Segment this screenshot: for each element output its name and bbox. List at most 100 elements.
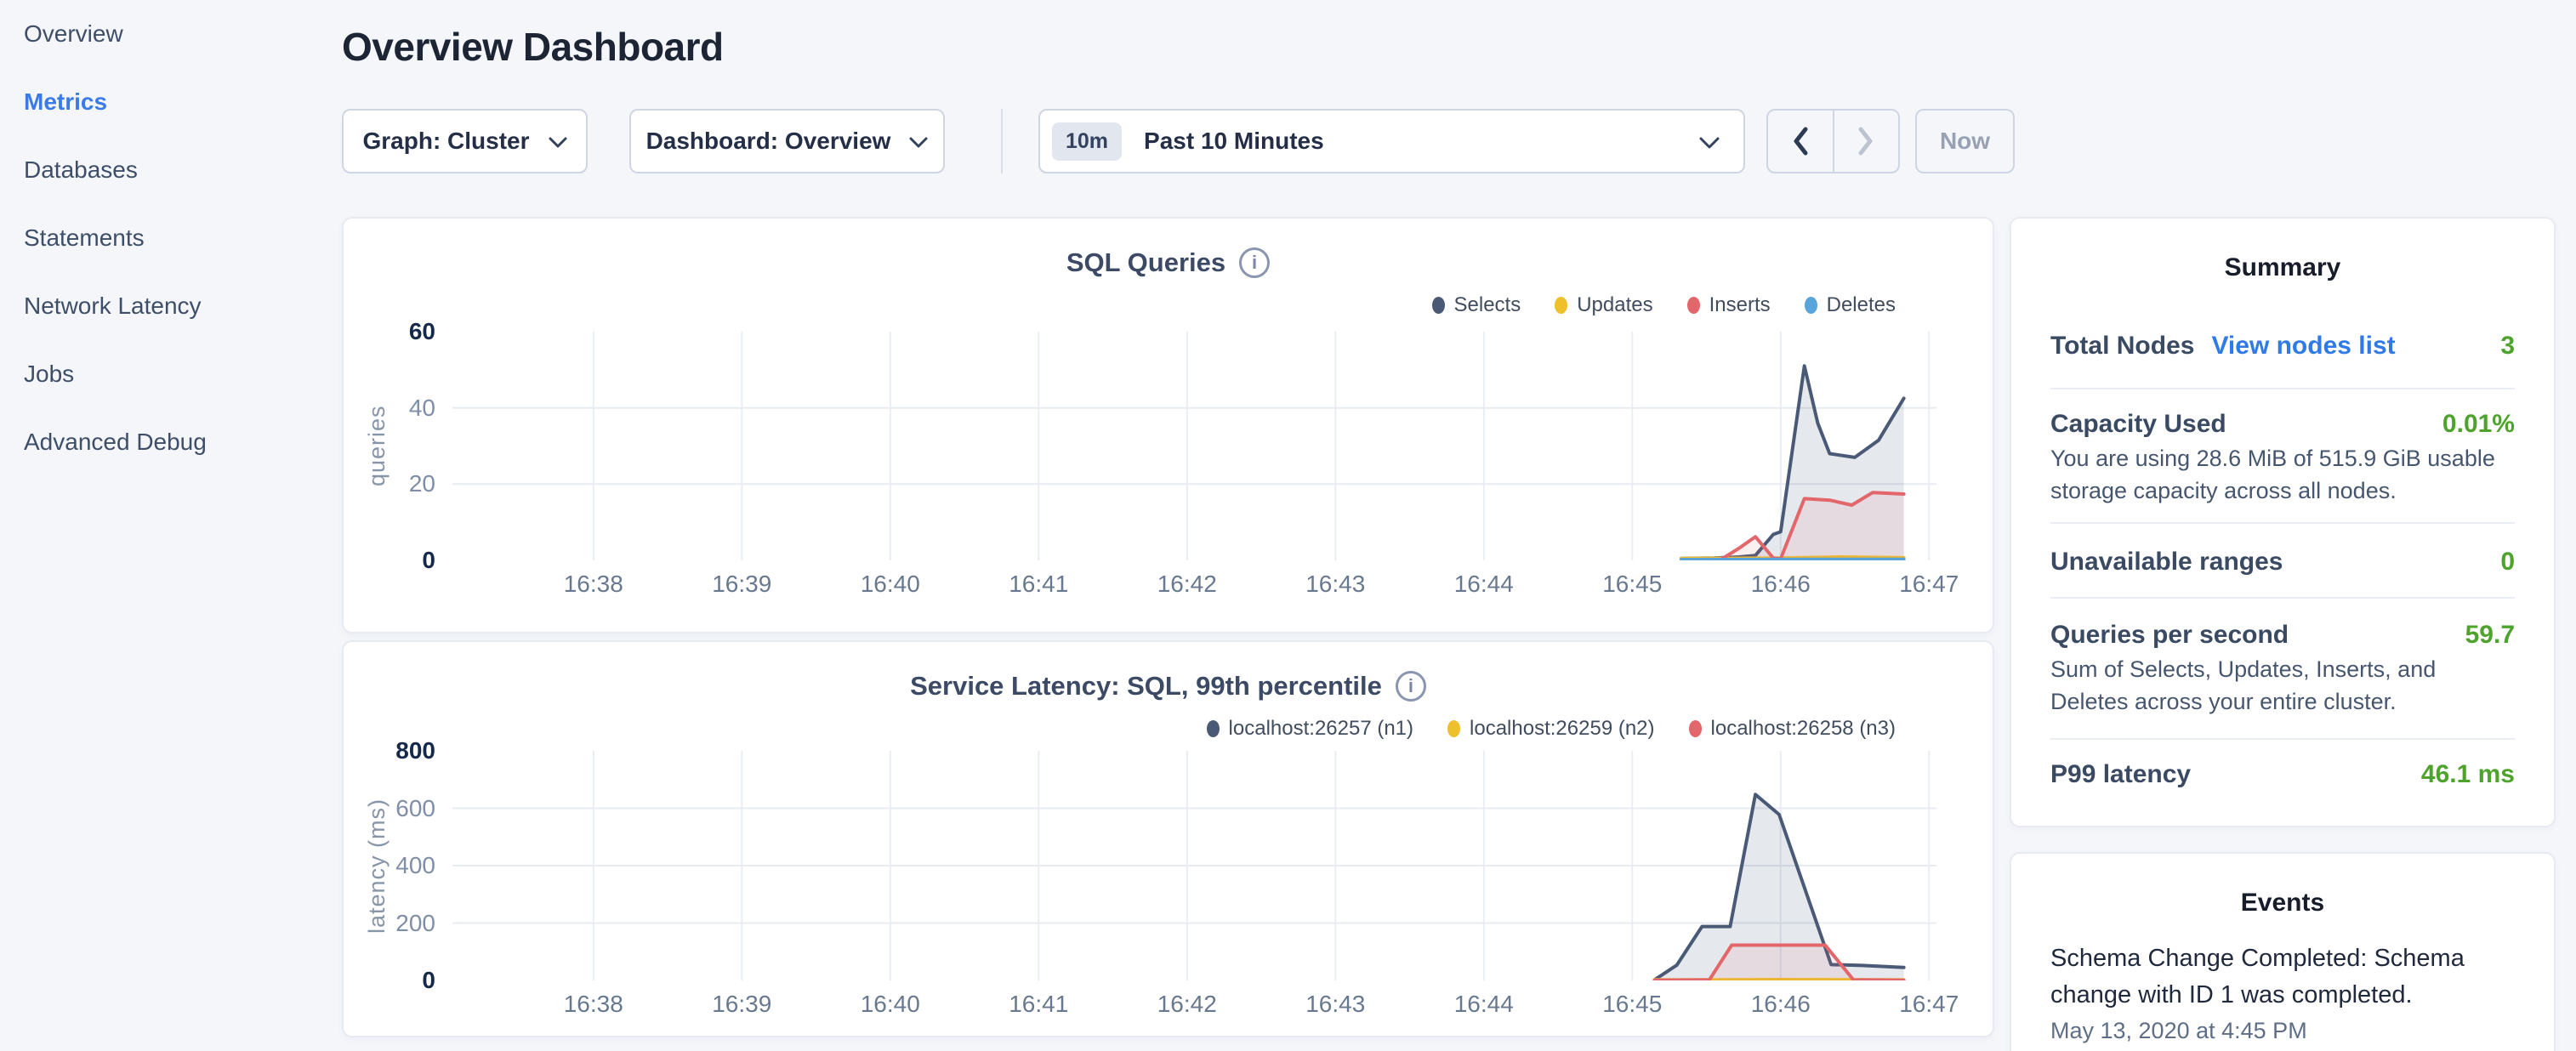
legend-dot <box>1555 297 1567 314</box>
sidebar-item-network-latency[interactable]: Network Latency <box>0 272 340 340</box>
chevron-right-icon <box>1857 126 1875 156</box>
x-axis-tick-label: 16:44 <box>1416 571 1552 598</box>
sidebar-item-label: Statements <box>24 224 145 252</box>
summary-row-label: P99 latency <box>2050 758 2191 791</box>
summary-row-subtext: Sum of Selects, Updates, Inserts, and De… <box>2050 653 2515 718</box>
time-window-selector[interactable]: 10m Past 10 Minutes <box>1038 109 1745 173</box>
service-latency-chart-card: Service Latency: SQL, 99th percentile i … <box>342 640 1994 1037</box>
legend-item-updates: Updates <box>1555 293 1652 317</box>
legend-item-deletes: Deletes <box>1805 293 1896 317</box>
time-window-label: Past 10 Minutes <box>1144 128 1324 155</box>
sidebar-item-label: Metrics <box>24 88 107 116</box>
legend-dot <box>1432 297 1445 314</box>
sidebar-item-databases[interactable]: Databases <box>0 136 340 204</box>
summary-title: Summary <box>2011 219 2554 283</box>
graph-scope-dropdown[interactable]: Graph: Cluster <box>342 109 588 173</box>
sidebar-item-jobs[interactable]: Jobs <box>0 340 340 408</box>
summary-row-value: 0 <box>2500 546 2515 578</box>
legend-dot <box>1447 720 1460 737</box>
x-axis-tick-label: 16:38 <box>526 991 662 1018</box>
chart-canvas <box>452 751 1936 980</box>
events-panel: Events Schema Change Completed: Schema c… <box>2010 852 2556 1051</box>
x-axis-tick-label: 16:41 <box>970 991 1106 1018</box>
summary-row-subtext: You are using 28.6 MiB of 515.9 GiB usab… <box>2050 442 2515 507</box>
chevron-down-icon <box>909 137 928 149</box>
controls-divider <box>1001 109 1003 173</box>
time-window-badge: 10m <box>1052 122 1122 161</box>
previous-time-window-button[interactable] <box>1768 111 1833 172</box>
legend-dot <box>1687 297 1700 314</box>
legend-item-localhost-26259-n2-: localhost:26259 (n2) <box>1447 717 1654 741</box>
sidebar-item-label: Advanced Debug <box>24 429 207 456</box>
info-icon[interactable]: i <box>1239 247 1270 278</box>
sidebar-item-label: Overview <box>24 20 123 48</box>
summary-row-label: Total Nodes <box>2050 330 2194 362</box>
x-axis-tick-label: 16:40 <box>822 571 958 598</box>
legend-item-localhost-26258-n3-: localhost:26258 (n3) <box>1689 717 1896 741</box>
summary-row-label: Capacity Used <box>2050 408 2226 440</box>
sql-queries-chart-card: SQL Queries i Selects Updates Inserts Delet… <box>342 217 1994 633</box>
event-timestamp: May 13, 2020 at 4:45 PM <box>2050 1017 2515 1044</box>
summary-row-p99-latency: P99 latency 46.1 ms <box>2050 738 2515 808</box>
summary-row-value: 46.1 ms <box>2421 758 2515 791</box>
summary-row-value: 3 <box>2500 330 2515 362</box>
chart-title: Service Latency: SQL, 99th percentile <box>910 671 1382 702</box>
chart-title: SQL Queries <box>1066 247 1225 278</box>
x-axis-tick-label: 16:39 <box>674 571 810 598</box>
x-axis-tick-label: 16:42 <box>1119 991 1255 1018</box>
chart-canvas <box>452 332 1936 560</box>
info-icon[interactable]: i <box>1396 671 1426 702</box>
summary-row-capacity-used: Capacity Used 0.01% You are using 28.6 M… <box>2050 388 2515 522</box>
sidebar-nav: Overview Metrics Databases Statements Networ… <box>0 0 340 1051</box>
next-time-window-button[interactable] <box>1833 111 1899 172</box>
summary-row-value: 0.01% <box>2442 408 2515 440</box>
x-axis-tick-label: 16:41 <box>970 571 1106 598</box>
legend-item-inserts: Inserts <box>1687 293 1771 317</box>
page-title: Overview Dashboard <box>342 24 724 70</box>
view-nodes-list-link[interactable]: View nodes list <box>2211 330 2395 362</box>
chart-plot-area[interactable] <box>452 751 1936 980</box>
event-list-item: Schema Change Completed: Schema change w… <box>2050 940 2515 1044</box>
summary-row-value: 59.7 <box>2465 619 2515 651</box>
dashboard-dropdown-label: Dashboard: Overview <box>646 128 891 155</box>
x-axis-tick-label: 16:42 <box>1119 571 1255 598</box>
legend-dot <box>1207 720 1220 737</box>
x-axis-tick-label: 16:45 <box>1564 991 1700 1018</box>
legend-label: localhost:26257 (n1) <box>1229 717 1413 741</box>
x-axis-tick-label: 16:40 <box>822 991 958 1018</box>
x-axis-tick-label: 16:47 <box>1861 571 1997 598</box>
x-axis-tick-label: 16:43 <box>1267 991 1403 1018</box>
summary-row-label: Queries per second <box>2050 619 2289 651</box>
x-axis-tick-label: 16:47 <box>1861 991 1997 1018</box>
legend-label: Updates <box>1577 293 1652 317</box>
legend-item-selects: Selects <box>1432 293 1521 317</box>
x-axis-tick-label: 16:44 <box>1416 991 1552 1018</box>
dashboard-dropdown[interactable]: Dashboard: Overview <box>629 109 945 173</box>
summary-row-unavailable-ranges: Unavailable ranges 0 <box>2050 522 2515 597</box>
legend-label: Deletes <box>1827 293 1896 317</box>
sidebar-item-advanced-debug[interactable]: Advanced Debug <box>0 408 340 476</box>
chevron-down-icon <box>549 137 567 149</box>
legend-label: Inserts <box>1709 293 1771 317</box>
sidebar-item-overview[interactable]: Overview <box>0 0 340 68</box>
sidebar-item-label: Databases <box>24 156 138 184</box>
now-button[interactable]: Now <box>1915 109 2015 173</box>
summary-row-total-nodes: Total Nodes View nodes list 3 <box>2050 283 2515 388</box>
chart-legend: localhost:26257 (n1) localhost:26259 (n2)… <box>1207 717 1896 741</box>
y-axis-title: latency (ms) <box>364 751 390 980</box>
chevron-down-icon <box>1699 137 1720 150</box>
legend-item-localhost-26257-n1-: localhost:26257 (n1) <box>1207 717 1413 741</box>
sidebar-item-label: Jobs <box>24 361 74 388</box>
time-window-pager <box>1766 109 1900 173</box>
x-axis-tick-label: 16:46 <box>1713 991 1849 1018</box>
chart-plot-area[interactable] <box>452 332 1936 560</box>
x-axis-tick-label: 16:46 <box>1713 571 1849 598</box>
legend-dot <box>1805 297 1817 314</box>
legend-dot <box>1689 720 1702 737</box>
sidebar-item-statements[interactable]: Statements <box>0 204 340 272</box>
x-axis-tick-label: 16:39 <box>674 991 810 1018</box>
x-axis-tick-label: 16:43 <box>1267 571 1403 598</box>
sidebar-item-metrics[interactable]: Metrics <box>0 68 340 136</box>
legend-label: localhost:26258 (n3) <box>1711 717 1896 741</box>
x-axis-tick-label: 16:38 <box>526 571 662 598</box>
